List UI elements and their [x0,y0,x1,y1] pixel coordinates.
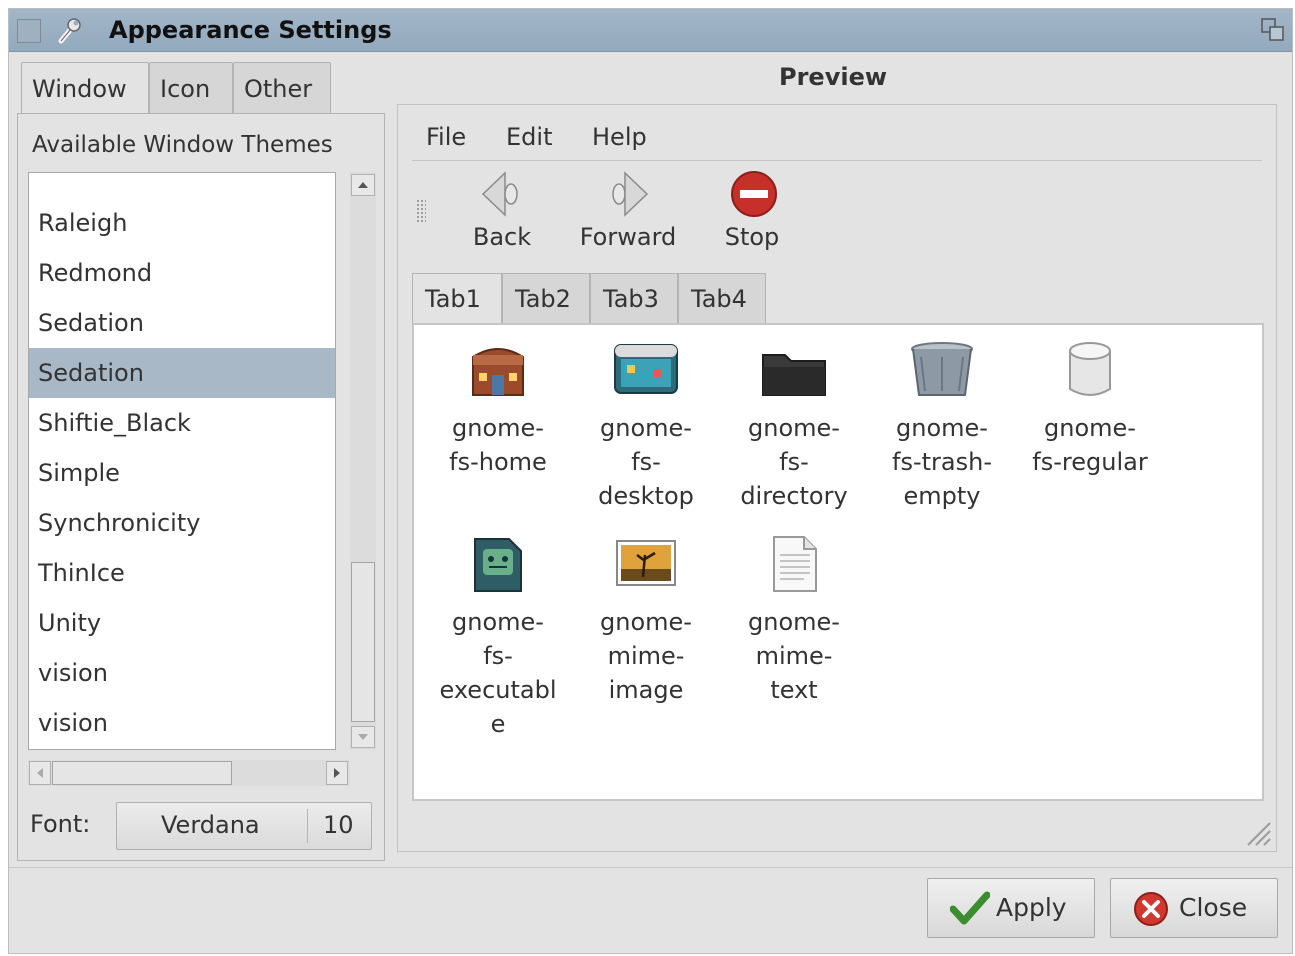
window-themes-panel: Available Window Themes nimbus Raleigh R… [17,113,385,861]
menu-file[interactable]: File [426,123,466,151]
window-title: Appearance Settings [109,16,392,44]
maximize-icon[interactable] [1260,17,1286,43]
list-item[interactable]: vision [29,698,335,748]
icon-item-executable[interactable]: gnome- fs- executabl e [428,533,568,741]
list-item[interactable]: Sedation [29,298,335,348]
toolbar-grip[interactable] [416,199,426,223]
forward-arrow-icon [612,171,649,217]
font-label: Font: [30,810,91,838]
title-bar: Appearance Settings [9,9,1292,52]
wrench-icon [58,18,81,44]
tab-icon[interactable]: Icon [149,62,233,114]
file-regular-icon [1069,342,1111,396]
themes-horizontal-scrollbar[interactable] [28,760,350,786]
font-name: Verdana [161,811,260,839]
executable-icon [474,538,522,592]
icon-item-text[interactable]: gnome- mime- text [724,533,864,707]
back-arrow-icon [481,171,518,217]
close-label: Close [1179,893,1248,922]
apply-button[interactable]: Apply [927,878,1095,938]
folder-icon [762,354,826,396]
back-label: Back [472,223,532,251]
icon-item-directory[interactable]: gnome- fs- directory [724,339,864,513]
themes-label: Available Window Themes [32,132,333,158]
scroll-up-button[interactable] [351,174,375,196]
hscroll-thumb[interactable] [52,761,232,785]
icon-item-desktop[interactable]: gnome- fs- desktop [576,339,716,513]
themes-list[interactable]: nimbus Raleigh Redmond Sedation Sedation… [28,172,336,750]
apply-label: Apply [996,893,1067,922]
icon-item-regular[interactable]: gnome- fs-regular [1020,339,1160,479]
icon-label: gnome- fs- directory [740,414,848,510]
icon-label: gnome- fs- executabl e [439,608,557,738]
icon-view: gnome- fs-home gnome- fs- desktop gnome-… [412,323,1264,801]
scroll-left-button[interactable] [29,761,51,785]
stop-label: Stop [724,223,780,251]
preview-title: Preview [779,63,888,91]
tab-other[interactable]: Other [233,62,331,114]
font-picker-button[interactable]: Verdana 10 [116,802,372,850]
close-button[interactable]: Close [1110,878,1278,938]
back-button[interactable]: Back [442,163,562,263]
forward-button[interactable]: Forward [568,163,688,263]
icon-label: gnome- fs-trash- empty [892,414,992,510]
icon-label: gnome- mime- image [600,608,692,704]
tab-tab4[interactable]: Tab4 [678,273,766,323]
scroll-down-button[interactable] [351,726,375,748]
list-item[interactable]: Simple [29,448,335,498]
icon-item-home[interactable]: gnome- fs-home [428,339,568,479]
appearance-settings-window: Appearance Settings Window Icon Other Av… [8,8,1293,954]
icon-label: gnome- fs-regular [1032,414,1148,476]
icon-item-trash[interactable]: gnome- fs-trash- empty [872,339,1012,513]
preview-menubar: File Edit Help [412,115,1262,161]
resize-grip-icon[interactable] [1242,817,1272,847]
home-icon [472,348,524,396]
tab-tab2[interactable]: Tab2 [502,273,590,323]
arrow-right-icon [334,768,340,778]
list-item[interactable]: Raleigh [29,198,335,248]
icon-label: gnome- fs- desktop [598,414,694,510]
arrow-up-icon [358,182,368,188]
list-item[interactable]: Redmond [29,248,335,298]
menu-edit[interactable]: Edit [506,123,552,151]
arrow-left-icon [37,768,43,778]
list-item[interactable]: nimbus [29,173,335,189]
forward-label: Forward [579,223,677,251]
themes-vertical-scrollbar[interactable] [350,172,376,750]
close-icon [1134,892,1168,926]
stop-button[interactable]: Stop [692,163,812,263]
trash-icon [911,342,973,396]
list-item-selected[interactable]: Sedation [29,348,335,398]
menu-help[interactable]: Help [592,123,647,151]
image-icon [616,540,676,586]
font-separator [307,809,308,843]
tab-tab1[interactable]: Tab1 [412,273,502,325]
font-size: 10 [323,811,354,839]
scroll-right-button[interactable] [326,761,348,785]
list-item[interactable]: vision [29,648,335,698]
tab-tab3[interactable]: Tab3 [590,273,678,323]
preview-frame: File Edit Help Back Forward Stop Tab1 Ta… [397,104,1277,852]
text-file-icon [773,536,817,592]
list-item[interactable]: ThinIce [29,548,335,598]
scroll-thumb[interactable] [351,562,375,722]
checkmark-icon [950,891,990,925]
list-item[interactable]: Unity [29,598,335,648]
icon-label: gnome- mime- text [748,608,840,704]
arrow-down-icon [358,734,368,740]
tab-window[interactable]: Window [21,62,149,116]
icon-item-image[interactable]: gnome- mime- image [576,533,716,707]
list-item[interactable]: Synchronicity [29,498,335,548]
bottom-separator [9,867,1292,868]
desktop-icon [614,344,678,394]
stop-icon [731,171,777,217]
list-item[interactable]: Shiftie_Black [29,398,335,448]
window-menu-button[interactable] [17,19,41,43]
icon-label: gnome- fs-home [449,414,547,476]
preview-toolbar: Back Forward Stop [412,163,1262,267]
